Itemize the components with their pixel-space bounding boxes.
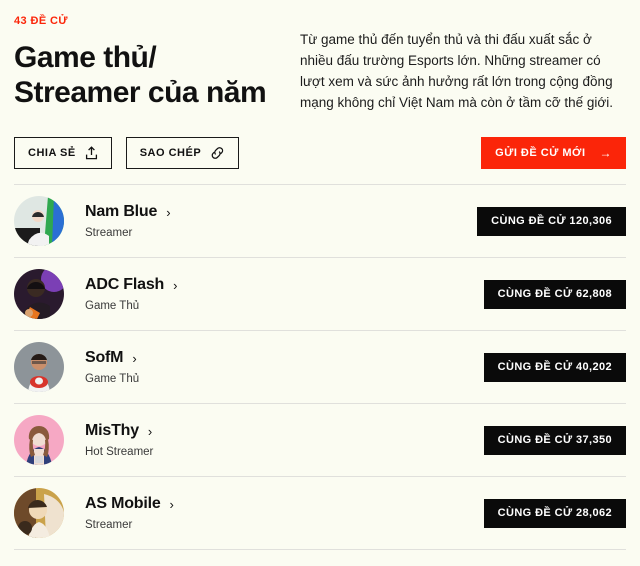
vote-badge[interactable]: CÙNG ĐỀ CỬ 40,202 (483, 352, 626, 382)
vote-badge[interactable]: CÙNG ĐỀ CỬ 37,350 (483, 425, 626, 455)
nominee-meta: Nam Blue › Streamer (85, 202, 171, 240)
vote-badge[interactable]: CÙNG ĐỀ CỬ 120,306 (477, 206, 626, 236)
link-icon (210, 146, 225, 160)
nominee-name-line[interactable]: ADC Flash › (85, 275, 177, 295)
page-header: 43 ĐỀ CỬ Game thủ/ Streamer của năm Từ g… (14, 0, 626, 113)
avatar-image-3 (14, 415, 64, 465)
nominee-role: Game Thủ (85, 373, 140, 385)
chevron-right-icon: › (132, 350, 137, 366)
nominee-role: Streamer (85, 227, 133, 239)
vote-badge[interactable]: CÙNG ĐỀ CỬ 62,808 (483, 279, 626, 309)
nominee-list: Nam Blue › Streamer CÙNG ĐỀ CỬ 120,306 A… (14, 184, 626, 550)
nominee-name: MisThy (85, 422, 139, 439)
copy-link-button[interactable]: SAO CHÉP (125, 137, 240, 169)
chevron-right-icon: › (166, 204, 171, 220)
nominee-name-line[interactable]: AS Mobile › (85, 494, 174, 514)
nominee-name-line[interactable]: SofM › (85, 348, 139, 368)
nominee-name: AS Mobile (85, 495, 161, 512)
page-title: Game thủ/ Streamer của năm (14, 41, 267, 109)
share-upload-icon (85, 146, 98, 160)
avatar (14, 342, 64, 392)
category-description: Từ game thủ đến tuyển thủ và thi đấu xuấ… (300, 32, 613, 110)
list-divider (14, 549, 626, 550)
nominee-name: Nam Blue (85, 203, 158, 220)
nomination-category-page: 43 ĐỀ CỬ Game thủ/ Streamer của năm Từ g… (0, 0, 640, 566)
table-row[interactable]: MisThy › Hot Streamer CÙNG ĐỀ CỬ 37,350 (14, 404, 626, 476)
avatar-image-4 (14, 488, 64, 538)
nomination-count-eyebrow: 43 ĐỀ CỬ (14, 15, 68, 27)
avatar (14, 269, 64, 319)
nominee-name-line[interactable]: MisThy › (85, 421, 153, 441)
nominee-name-line[interactable]: Nam Blue › (85, 202, 171, 222)
table-row[interactable]: Nam Blue › Streamer CÙNG ĐỀ CỬ 120,306 (14, 185, 626, 257)
table-row[interactable]: SofM › Game Thủ CÙNG ĐỀ CỬ 40,202 (14, 331, 626, 403)
nominee-meta: SofM › Game Thủ (85, 348, 139, 386)
copy-button-label: SAO CHÉP (139, 147, 202, 159)
arrow-right-icon: → (599, 146, 612, 160)
nominee-role: Streamer (85, 519, 133, 531)
avatar-image-0 (14, 196, 64, 246)
nominee-meta: ADC Flash › Game Thủ (85, 275, 177, 313)
avatar-image-1 (14, 269, 64, 319)
submit-button-label: GỬI ĐỀ CỬ MỚI (495, 147, 586, 159)
table-row[interactable]: ADC Flash › Game Thủ CÙNG ĐỀ CỬ 62,808 (14, 258, 626, 330)
avatar (14, 415, 64, 465)
nominee-meta: AS Mobile › Streamer (85, 494, 174, 532)
avatar (14, 196, 64, 246)
header-left: 43 ĐỀ CỬ Game thủ/ Streamer của năm (14, 14, 286, 113)
nominee-meta: MisThy › Hot Streamer (85, 421, 153, 459)
avatar (14, 488, 64, 538)
share-button-label: CHIA SẺ (28, 147, 76, 159)
nominee-name: SofM (85, 349, 124, 366)
table-row[interactable]: AS Mobile › Streamer CÙNG ĐỀ CỬ 28,062 (14, 477, 626, 549)
chevron-right-icon: › (147, 423, 153, 439)
vote-badge[interactable]: CÙNG ĐỀ CỬ 28,062 (483, 498, 626, 528)
share-button[interactable]: CHIA SẺ (14, 137, 112, 169)
chevron-right-icon: › (173, 277, 178, 293)
avatar-image-2 (14, 342, 64, 392)
nominee-role: Game Thủ (85, 300, 140, 312)
nominee-role: Hot Streamer (85, 446, 154, 458)
submit-nomination-button[interactable]: GỬI ĐỀ CỬ MỚI → (481, 137, 626, 169)
header-right: Từ game thủ đến tuyển thủ và thi đấu xuấ… (286, 14, 626, 113)
nominee-name: ADC Flash (85, 276, 165, 293)
chevron-right-icon: › (169, 496, 174, 512)
action-bar: CHIA SẺ SAO CHÉP GỬI ĐỀ CỬ MỚI → (14, 137, 626, 169)
